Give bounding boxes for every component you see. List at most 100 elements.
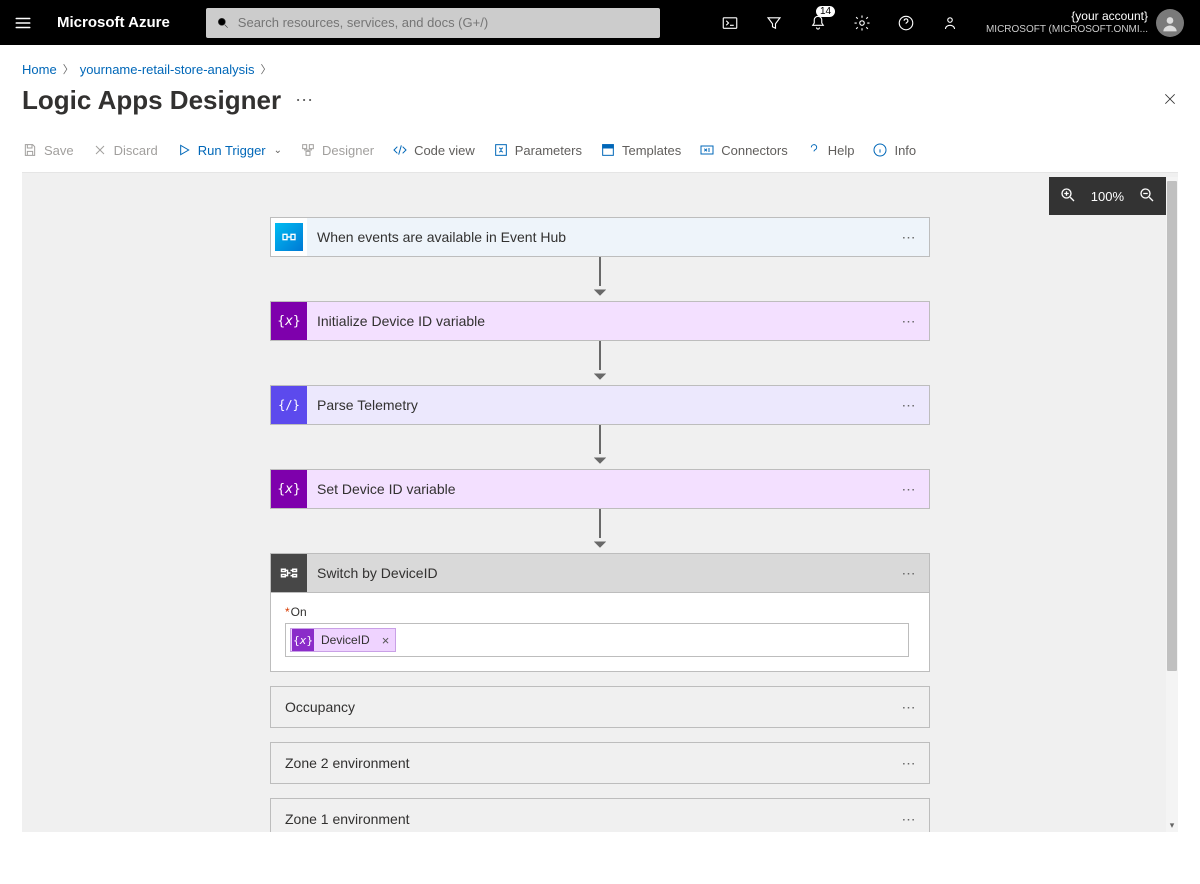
designer-icon bbox=[300, 142, 316, 158]
save-icon bbox=[22, 142, 38, 158]
page-more-button[interactable]: ⋯ bbox=[295, 90, 314, 111]
search-input[interactable] bbox=[238, 15, 650, 30]
node-more-button[interactable]: ⋯ bbox=[889, 755, 929, 772]
breadcrumb-resource[interactable]: yourname-retail-store-analysis bbox=[80, 62, 255, 77]
cloud-shell-icon bbox=[721, 14, 739, 32]
chevron-right-icon: 〉 bbox=[261, 61, 272, 77]
directories-button[interactable] bbox=[752, 0, 796, 45]
node-switch[interactable]: Switch by DeviceID ⋯ *On {x} DeviceID × bbox=[270, 553, 930, 672]
vertical-scrollbar[interactable]: ▾ bbox=[1166, 177, 1178, 832]
chip-label: DeviceID bbox=[315, 633, 376, 647]
node-title: Zone 1 environment bbox=[271, 811, 889, 827]
save-button[interactable]: Save bbox=[22, 142, 74, 158]
node-more-button[interactable]: ⋯ bbox=[889, 481, 929, 498]
variable-icon: {x} bbox=[271, 470, 307, 508]
breadcrumb: Home 〉 yourname-retail-store-analysis 〉 bbox=[22, 45, 1178, 77]
node-title: When events are available in Event Hub bbox=[307, 229, 889, 245]
node-more-button[interactable]: ⋯ bbox=[889, 811, 929, 828]
node-more-button[interactable]: ⋯ bbox=[889, 313, 929, 330]
expression-chip[interactable]: {x} DeviceID × bbox=[290, 628, 396, 652]
scroll-down-button[interactable]: ▾ bbox=[1166, 818, 1178, 832]
account-panel[interactable]: {your account} MICROSOFT (MICROSOFT.ONMI… bbox=[972, 9, 1200, 37]
zoom-out-button[interactable] bbox=[1138, 186, 1156, 207]
chevron-down-icon: ⌄ bbox=[274, 145, 282, 156]
run-trigger-button[interactable]: Run Trigger ⌄ bbox=[176, 142, 282, 158]
node-initialize-variable[interactable]: {x} Initialize Device ID variable ⋯ bbox=[270, 301, 930, 341]
account-name: {your account} bbox=[986, 9, 1148, 23]
designer-toolbar: Save Discard Run Trigger ⌄ Designer Code… bbox=[22, 120, 1178, 172]
avatar-icon bbox=[1160, 13, 1180, 33]
parse-json-icon: {/} bbox=[271, 386, 307, 424]
breadcrumb-home[interactable]: Home bbox=[22, 62, 57, 77]
zoom-in-icon bbox=[1059, 186, 1077, 204]
code-icon bbox=[392, 142, 408, 158]
eventhub-icon bbox=[271, 218, 307, 256]
node-title: Switch by DeviceID bbox=[307, 565, 889, 581]
parameters-button[interactable]: Parameters bbox=[493, 142, 582, 158]
node-title: Initialize Device ID variable bbox=[307, 313, 889, 329]
connectors-button[interactable]: Connectors bbox=[699, 142, 787, 158]
templates-icon bbox=[600, 142, 616, 158]
close-button[interactable] bbox=[1162, 91, 1178, 110]
code-view-button[interactable]: Code view bbox=[392, 142, 475, 158]
node-trigger[interactable]: When events are available in Event Hub ⋯ bbox=[270, 217, 930, 257]
connectors-icon bbox=[699, 142, 715, 158]
menu-button[interactable] bbox=[0, 14, 45, 32]
zoom-level: 100% bbox=[1091, 189, 1124, 204]
node-title: Occupancy bbox=[271, 699, 889, 715]
zoom-out-icon bbox=[1138, 186, 1156, 204]
node-title: Set Device ID variable bbox=[307, 481, 889, 497]
play-icon bbox=[176, 142, 192, 158]
filter-icon bbox=[765, 14, 783, 32]
notifications-button[interactable]: 14 bbox=[796, 0, 840, 45]
feedback-button[interactable] bbox=[928, 0, 972, 45]
help-icon bbox=[806, 142, 822, 158]
node-set-variable[interactable]: {x} Set Device ID variable ⋯ bbox=[270, 469, 930, 509]
zoom-toolbar: 100% bbox=[1049, 177, 1166, 215]
switch-on-input[interactable]: {x} DeviceID × bbox=[285, 623, 909, 657]
info-icon bbox=[872, 142, 888, 158]
switch-on-label: On bbox=[291, 605, 307, 619]
variable-icon: {x} bbox=[292, 629, 314, 651]
azure-top-bar: Microsoft Azure 14 {your account} bbox=[0, 0, 1200, 45]
search-icon bbox=[216, 16, 230, 30]
variable-icon: {x} bbox=[271, 302, 307, 340]
feedback-icon bbox=[941, 14, 959, 32]
scrollbar-thumb[interactable] bbox=[1167, 181, 1177, 671]
flow-arrow bbox=[594, 257, 606, 301]
global-search[interactable] bbox=[206, 8, 660, 38]
switch-icon bbox=[271, 554, 307, 592]
flow-arrow bbox=[594, 425, 606, 469]
node-title: Zone 2 environment bbox=[271, 755, 889, 771]
designer-canvas: 100% When events are available in Event … bbox=[22, 172, 1178, 832]
templates-button[interactable]: Templates bbox=[600, 142, 681, 158]
node-more-button[interactable]: ⋯ bbox=[889, 229, 929, 246]
account-directory: MICROSOFT (MICROSOFT.ONMI... bbox=[986, 24, 1148, 36]
brand-label: Microsoft Azure bbox=[45, 14, 188, 31]
chevron-right-icon: 〉 bbox=[63, 61, 74, 77]
info-button[interactable]: Info bbox=[872, 142, 916, 158]
node-case-zone2[interactable]: Zone 2 environment ⋯ bbox=[270, 742, 930, 784]
node-title: Parse Telemetry bbox=[307, 397, 889, 413]
chip-remove-button[interactable]: × bbox=[376, 633, 396, 648]
page-title: Logic Apps Designer bbox=[22, 85, 281, 116]
node-case-occupancy[interactable]: Occupancy ⋯ bbox=[270, 686, 930, 728]
designer-button[interactable]: Designer bbox=[300, 142, 374, 158]
node-more-button[interactable]: ⋯ bbox=[889, 699, 929, 716]
toolbar-help-button[interactable]: Help bbox=[806, 142, 855, 158]
zoom-in-button[interactable] bbox=[1059, 186, 1077, 207]
hamburger-icon bbox=[14, 14, 32, 32]
help-button[interactable] bbox=[884, 0, 928, 45]
avatar bbox=[1156, 9, 1184, 37]
node-more-button[interactable]: ⋯ bbox=[889, 397, 929, 414]
node-case-zone1[interactable]: Zone 1 environment ⋯ bbox=[270, 798, 930, 832]
discard-button[interactable]: Discard bbox=[92, 142, 158, 158]
discard-icon bbox=[92, 142, 108, 158]
gear-icon bbox=[853, 14, 871, 32]
flow-arrow bbox=[594, 341, 606, 385]
settings-button[interactable] bbox=[840, 0, 884, 45]
parameters-icon bbox=[493, 142, 509, 158]
node-more-button[interactable]: ⋯ bbox=[889, 565, 929, 582]
cloud-shell-button[interactable] bbox=[708, 0, 752, 45]
node-parse-json[interactable]: {/} Parse Telemetry ⋯ bbox=[270, 385, 930, 425]
